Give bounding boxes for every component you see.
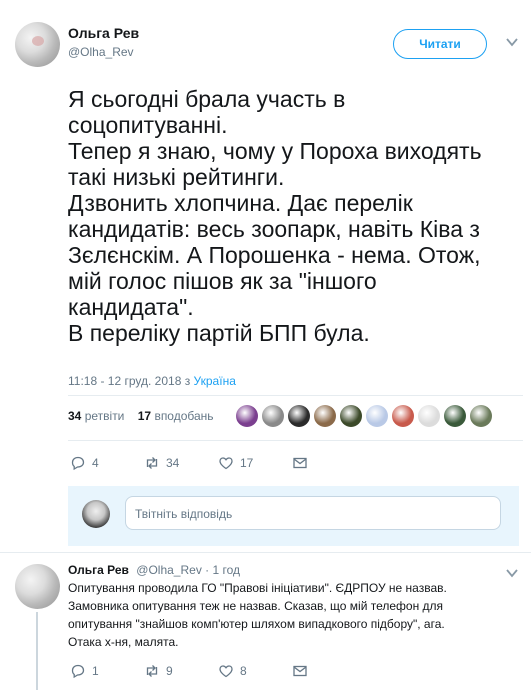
reply-count: 1 <box>92 664 99 678</box>
chevron-down-icon[interactable] <box>505 35 519 49</box>
reply-header: Ольга Рев @Olha_Rev · 1 год <box>68 563 240 577</box>
liker-avatar[interactable] <box>392 405 414 427</box>
tweet-actions: 4 34 17 <box>70 455 366 471</box>
liker-avatar[interactable] <box>236 405 258 427</box>
message-icon <box>293 457 307 469</box>
divider <box>68 440 523 441</box>
likes-label[interactable]: вподобань <box>154 409 213 423</box>
liker-avatar[interactable] <box>340 405 362 427</box>
author-avatar[interactable] <box>15 22 60 67</box>
author-handle[interactable]: @Olha_Rev <box>68 45 134 59</box>
liker-avatar[interactable] <box>418 405 440 427</box>
like-count: 8 <box>240 664 247 678</box>
retweet-count: 34 <box>166 456 180 470</box>
like-icon <box>219 457 233 470</box>
current-user-avatar <box>82 500 110 528</box>
reply-input[interactable]: Твітніть відповідь <box>125 496 501 530</box>
tweet-timestamp[interactable]: 11:18 - 12 груд. 2018 з <box>68 374 190 388</box>
reply-actions: 1 9 8 <box>70 663 366 679</box>
retweet-icon <box>146 457 158 469</box>
reply-count: 4 <box>92 456 99 470</box>
message-icon <box>293 665 307 677</box>
reply-text: Опитування проводила ГО "Правові ініціат… <box>68 581 447 649</box>
tweet-location-link[interactable]: Україна <box>194 374 236 388</box>
tweet-text: Я сьогодні брала участь в соцопитуванні.… <box>68 86 482 346</box>
reply-button[interactable]: 4 <box>70 455 144 471</box>
like-button[interactable]: 17 <box>218 455 292 471</box>
liker-avatar[interactable] <box>470 405 492 427</box>
reply-separator: · <box>205 563 210 577</box>
thread-line <box>36 612 38 690</box>
liker-avatar[interactable] <box>314 405 336 427</box>
divider <box>68 395 523 396</box>
reply-time[interactable]: 1 год <box>213 563 241 577</box>
liker-avatar[interactable] <box>288 405 310 427</box>
direct-message-button[interactable] <box>292 663 366 679</box>
reply-chevron-down-icon[interactable] <box>505 566 519 580</box>
retweets-count[interactable]: 34 <box>68 409 81 423</box>
retweet-button[interactable]: 9 <box>144 663 218 679</box>
likes-count[interactable]: 17 <box>138 409 151 423</box>
liker-avatar[interactable] <box>366 405 388 427</box>
like-button[interactable]: 8 <box>218 663 292 679</box>
reply-author-avatar[interactable] <box>15 564 60 609</box>
likers-avatars <box>236 405 492 427</box>
reply-icon <box>71 664 85 679</box>
reply-author-name[interactable]: Ольга Рев <box>68 563 129 577</box>
liker-avatar[interactable] <box>444 405 466 427</box>
retweet-count: 9 <box>166 664 173 678</box>
retweet-button[interactable]: 34 <box>144 455 218 471</box>
follow-button[interactable]: Читати <box>393 29 487 59</box>
tweet-meta: 11:18 - 12 груд. 2018 з Україна <box>68 374 236 388</box>
divider <box>0 552 531 553</box>
tweet-stats: 34 ретвіти 17 вподобань <box>68 409 214 423</box>
reply-button[interactable]: 1 <box>70 663 144 679</box>
reply-icon <box>71 456 85 471</box>
liker-avatar[interactable] <box>262 405 284 427</box>
retweets-label[interactable]: ретвіти <box>85 409 125 423</box>
direct-message-button[interactable] <box>292 455 366 471</box>
like-icon <box>219 665 233 678</box>
reply-author-handle[interactable]: @Olha_Rev <box>136 563 202 577</box>
author-display-name[interactable]: Ольга Рев <box>68 25 139 41</box>
retweet-icon <box>146 665 158 677</box>
like-count: 17 <box>240 456 254 470</box>
